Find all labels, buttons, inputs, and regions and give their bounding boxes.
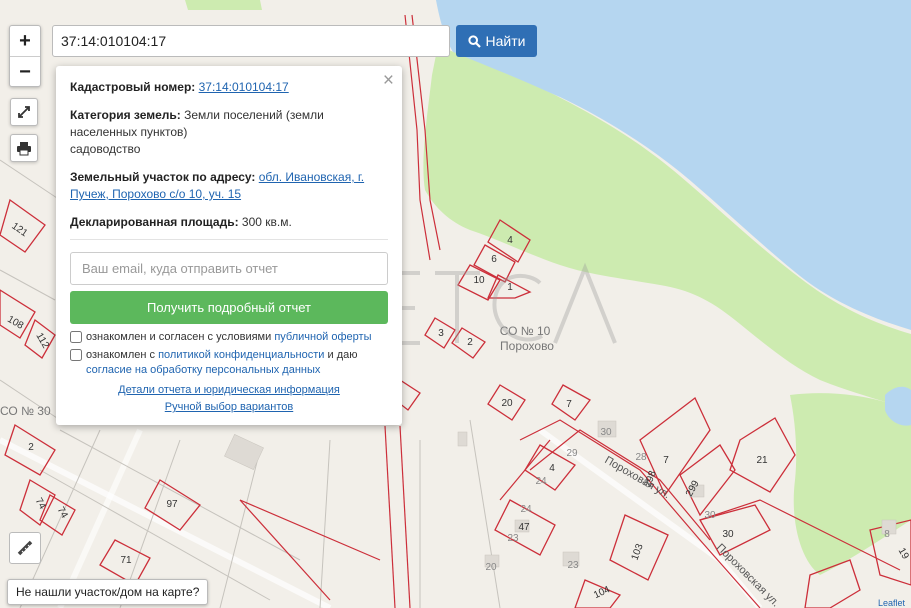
parcel-number: 28 (635, 452, 647, 463)
parcel-number: 6 (491, 254, 497, 265)
popup-links: Детали отчета и юридическая информация Р… (56, 382, 402, 416)
consent-privacy-text: ознакомлен с политикой конфиденциальност… (86, 348, 388, 378)
parcel-number: 3 (438, 328, 444, 339)
find-button-label: Найти (485, 33, 526, 49)
parcel-number: 74 (33, 496, 48, 512)
parcel-number: 2 (467, 337, 473, 348)
parcel-number: 30 (600, 427, 612, 438)
parcel-number: 121 (9, 221, 29, 240)
search-icon (467, 34, 481, 48)
ruler-icon (17, 540, 33, 556)
area-value: 300 кв.м. (241, 215, 292, 229)
email-field[interactable] (70, 252, 388, 285)
area-label: Декларированная площадь: (70, 215, 239, 229)
not-found-button[interactable]: Не нашли участок/дом на карте? (7, 579, 209, 605)
parcel-number: 24 (535, 476, 547, 487)
zoom-in-button[interactable]: + (10, 26, 40, 56)
settlement-label: Порохово (500, 339, 554, 353)
search-input[interactable] (52, 25, 450, 57)
green-area-top (185, 0, 262, 10)
details-link[interactable]: Детали отчета и юридическая информация (118, 382, 340, 399)
parcel-number: 7 (663, 455, 669, 466)
settlement-label: СО № 30 (0, 404, 51, 418)
parcel-number: 2 (28, 442, 34, 453)
zoom-control: + − (9, 25, 41, 87)
ruler-button[interactable] (9, 532, 41, 564)
parcel-number: 10 (473, 275, 485, 286)
cadastral-row: Кадастровый номер: 37:14:010104:17 (70, 79, 388, 96)
zoom-out-button[interactable]: − (10, 56, 40, 85)
parcel-number: 30 (722, 529, 734, 540)
expand-arrows-icon (18, 106, 30, 118)
parcel-number: 108 (5, 314, 25, 332)
parcel-number: 24 (520, 504, 532, 515)
parcel[interactable] (0, 289, 36, 339)
parcel-info-popup: × Кадастровый номер: 37:14:010104:17 Кат… (56, 66, 402, 425)
parcel-number: 23 (567, 560, 579, 571)
parcel[interactable] (679, 444, 736, 517)
parcel-number: 20 (485, 562, 497, 573)
printer-icon (17, 142, 31, 156)
manual-selection-link[interactable]: Ручной выбор вариантов (165, 399, 293, 416)
parcel-number: 23 (507, 533, 519, 544)
parcel-number: 4 (507, 235, 513, 246)
parcel-number: 7 (566, 399, 572, 410)
address-row: Земельный участок по адресу: обл. Иванов… (70, 169, 388, 203)
area-row: Декларированная площадь: 300 кв.м. (70, 214, 388, 231)
consent-offer-text: ознакомлен и согласен с условиями публич… (86, 330, 372, 345)
parcel-number: 8 (884, 529, 890, 540)
address-label: Земельный участок по адресу: (70, 170, 256, 184)
parcel-number: 97 (166, 499, 178, 510)
cadastral-link[interactable]: 37:14:010104:17 (199, 80, 289, 94)
consent-offer-checkbox[interactable] (70, 331, 82, 343)
parcel-number: 103 (630, 542, 646, 562)
street-label: Пороховская ул. (714, 542, 782, 608)
privacy-policy-link[interactable]: политикой конфиденциальности (158, 349, 324, 361)
public-offer-link[interactable]: публичной оферты (274, 331, 371, 343)
close-icon[interactable]: × (383, 71, 394, 90)
parcel-number: 19 (896, 546, 911, 562)
parcel-number: 30 (704, 510, 716, 521)
fullscreen-button[interactable] (10, 98, 38, 126)
map-attribution: Leaflet (878, 598, 906, 608)
print-button[interactable] (10, 134, 38, 162)
parcel-number: 21 (756, 455, 768, 466)
consent-privacy[interactable]: ознакомлен с политикой конфиденциальност… (70, 348, 388, 378)
find-button[interactable]: Найти (456, 25, 537, 57)
category-row: Категория земель: Земли поселений (земли… (70, 107, 388, 158)
parcel-number: 20 (501, 398, 513, 409)
consent-offer[interactable]: ознакомлен и согласен с условиями публич… (70, 330, 388, 345)
consent-offer-label: ознакомлен и согласен с условиями (86, 331, 275, 343)
parcel-number: 4 (549, 463, 555, 474)
category-label: Категория земель: (70, 108, 181, 122)
parcel-number: 74 (55, 505, 70, 521)
divider (70, 239, 388, 240)
consent-privacy-label: ознакомлен с (86, 349, 159, 361)
consent-privacy-checkbox[interactable] (70, 349, 82, 361)
consent-privacy-mid: и даю (324, 349, 358, 361)
category-extra: садоводство (70, 142, 141, 156)
parcel-number: 71 (120, 555, 132, 566)
parcel-number: 104 (592, 584, 612, 601)
parcel-number: 1 (507, 282, 513, 293)
cadastral-label: Кадастровый номер: (70, 80, 196, 94)
parcel-number: 47 (518, 522, 530, 533)
get-report-button[interactable]: Получить подробный отчет (70, 291, 388, 324)
personal-data-link[interactable]: согласие на обработку персональных данны… (86, 364, 320, 376)
settlement-label: СО № 10 (500, 324, 551, 338)
parcel-number: 29 (566, 448, 578, 459)
